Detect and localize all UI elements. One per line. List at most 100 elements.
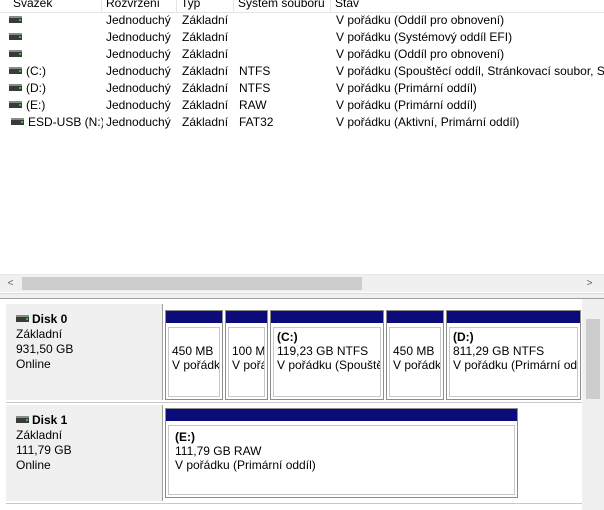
column-header-type[interactable]: Typ [177, 0, 234, 12]
disk-size: 931,50 GB [16, 342, 74, 356]
partition-letter [172, 330, 219, 344]
volume-status: V pořádku (Aktivní, Primární oddíl) [336, 115, 520, 129]
volume-layout: Jednoduchý [106, 64, 171, 78]
vertical-scrollbar[interactable] [582, 299, 604, 510]
disk-name: Disk 0 [32, 312, 68, 326]
partition-block[interactable]: 450 MB V pořádku (Oddíl pro obnovení) [386, 310, 444, 400]
volume-filesystem [239, 29, 332, 46]
partition-block[interactable]: 450 MB V pořádku (Oddíl pro obnovení) [165, 310, 223, 400]
disk-separator [6, 503, 604, 504]
disk-separator [6, 402, 604, 403]
volume-type: Základní [182, 30, 229, 44]
partition-letter [393, 330, 440, 344]
disk-state: Online [16, 458, 51, 472]
volume-filesystem: NTFS [239, 64, 271, 78]
volume-type: Základní [182, 115, 229, 129]
disk-icon [16, 416, 29, 424]
drive-icon [9, 16, 22, 24]
partition-block[interactable]: 100 MB V pořádku (Systémový oddíl EFI) [225, 310, 268, 400]
disk-icon [16, 315, 29, 323]
disk-size: 111,79 GB [16, 443, 72, 457]
partition-letter: (D:) [453, 330, 474, 344]
drive-icon [9, 50, 22, 58]
volume-layout: Jednoduchý [106, 13, 171, 27]
disk-0-partitions: 450 MB V pořádku (Oddíl pro obnovení) 10… [164, 310, 582, 400]
drive-icon [9, 84, 22, 92]
drive-icon [11, 118, 24, 126]
scroll-right-icon[interactable]: > [581, 275, 598, 292]
volume-name: (C:) [26, 64, 46, 78]
volume-layout: Jednoduchý [106, 115, 171, 129]
partition-size: 100 MB [232, 344, 265, 358]
partition-bar [447, 311, 580, 323]
partition-letter [232, 330, 264, 344]
partition-bar [166, 409, 517, 421]
drive-icon [9, 67, 22, 75]
partition-status: V pořádku (Oddíl pro obnovení) [172, 358, 220, 372]
partition-size: 111,79 GB RAW [175, 444, 262, 458]
column-header-status[interactable]: Stav [331, 0, 604, 12]
scroll-left-icon[interactable]: < [2, 275, 19, 292]
volume-filesystem: NTFS [239, 81, 271, 95]
disk-0-label[interactable]: Disk 0 Základní 931,50 GB Online [6, 304, 163, 400]
horizontal-scrollbar[interactable]: < > [0, 274, 604, 292]
table-row[interactable]: (D:) Jednoduchý Základní NTFS V pořádku … [0, 80, 604, 97]
table-row[interactable]: ESD-USB (N:) Jednoduchý Základní FAT32 V… [0, 114, 604, 131]
table-row[interactable]: Jednoduchý Základní V pořádku (Oddíl pro… [0, 46, 604, 63]
drive-icon [9, 101, 22, 109]
partition-size: 811,29 GB NTFS [453, 344, 545, 358]
volume-filesystem [239, 46, 332, 63]
drive-icon [9, 33, 22, 41]
volume-layout: Jednoduchý [106, 98, 171, 112]
partition-size: 119,23 GB NTFS [277, 344, 369, 358]
volume-filesystem: FAT32 [239, 115, 274, 129]
volume-layout: Jednoduchý [106, 81, 171, 95]
volume-status: V pořádku (Primární oddíl) [336, 98, 477, 112]
disk-kind: Základní [16, 428, 63, 442]
partition-bar [166, 311, 222, 323]
scrollbar-thumb[interactable] [22, 277, 362, 290]
volume-name: (E:) [26, 98, 46, 112]
partition-letter: (E:) [175, 430, 195, 444]
table-row[interactable]: (E:) Jednoduchý Základní RAW V pořádku (… [0, 97, 604, 114]
volume-type: Základní [182, 64, 229, 78]
table-row[interactable]: Jednoduchý Základní V pořádku (Oddíl pro… [0, 12, 604, 29]
volume-status: V pořádku (Oddíl pro obnovení) [336, 13, 505, 27]
partition-block[interactable]: (C:) 119,23 GB NTFS V pořádku (Spouštěcí… [270, 310, 384, 400]
column-header-volume[interactable]: Svazek [9, 0, 102, 12]
partition-status: V pořádku (Systémový oddíl EFI) [232, 358, 264, 372]
disk-state: Online [16, 357, 51, 371]
volume-name: ESD-USB (N:) [28, 115, 103, 129]
partition-block[interactable]: (D:) 811,29 GB NTFS V pořádku (Primární … [446, 310, 581, 400]
partition-status: V pořádku (Primární oddíl) [453, 358, 578, 372]
partition-size: 450 MB [393, 344, 435, 358]
disk-name: Disk 1 [32, 413, 68, 427]
scrollbar-thumb[interactable] [586, 319, 600, 399]
table-row[interactable]: Jednoduchý Základní V pořádku (Systémový… [0, 29, 604, 46]
volume-name: (D:) [26, 81, 46, 95]
partition-status: V pořádku (Oddíl pro obnovení) [393, 358, 441, 372]
table-row[interactable]: (C:) Jednoduchý Základní NTFS V pořádku … [0, 63, 604, 80]
disk-map: Disk 0 Základní 931,50 GB Online 450 MB … [0, 299, 604, 510]
partition-size: 450 MB [172, 344, 214, 358]
volume-type: Základní [182, 81, 229, 95]
volume-layout: Jednoduchý [106, 30, 171, 44]
disk-1-label[interactable]: Disk 1 Základní 111,79 GB Online [6, 405, 163, 501]
volume-status: V pořádku (Spouštěcí oddíl, Stránkovací … [336, 64, 604, 78]
disk-kind: Základní [16, 327, 63, 341]
volume-list: Svazek Rozvržení Typ Systém souborů Stav… [0, 0, 604, 294]
disk-1-partitions: (E:) 111,79 GB RAW V pořádku (Primární o… [164, 408, 518, 498]
volume-status: V pořádku (Oddíl pro obnovení) [336, 47, 505, 61]
volume-type: Základní [182, 47, 229, 61]
column-header-layout[interactable]: Rozvržení [102, 0, 177, 12]
volume-layout: Jednoduchý [106, 47, 171, 61]
volume-type: Základní [182, 13, 229, 27]
volume-status: V pořádku (Primární oddíl) [336, 81, 477, 95]
column-header-filesystem[interactable]: Systém souborů [234, 0, 331, 12]
volume-filesystem: RAW [239, 98, 267, 112]
volume-status: V pořádku (Systémový oddíl EFI) [336, 30, 513, 44]
partition-status: V pořádku (Primární oddíl) [175, 458, 316, 472]
partition-letter: (C:) [277, 330, 298, 344]
volume-filesystem [239, 12, 332, 29]
partition-block[interactable]: (E:) 111,79 GB RAW V pořádku (Primární o… [165, 408, 518, 498]
